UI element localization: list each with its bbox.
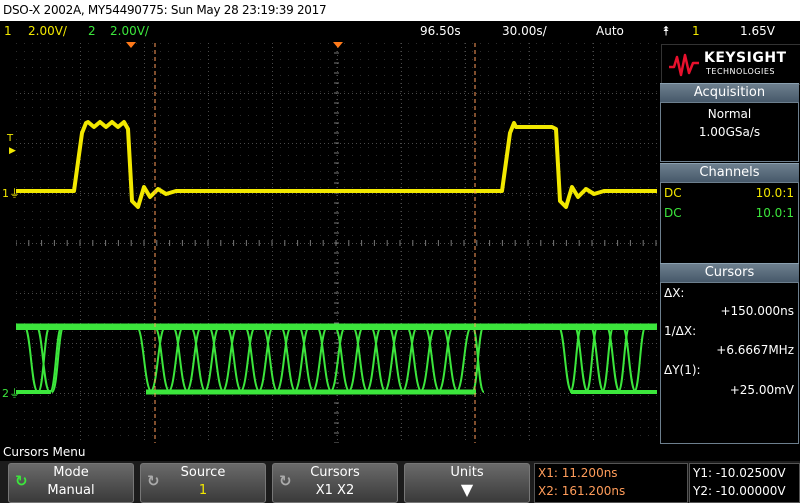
menu-label: Cursors Menu: [0, 444, 663, 461]
waveform-display[interactable]: [15, 42, 657, 444]
mode-softkey[interactable]: ↻ Mode Manual: [8, 463, 134, 503]
delta-x-value: +150.000ns: [720, 304, 794, 318]
trigger-source[interactable]: 1: [692, 21, 700, 42]
ch2-scale[interactable]: 2.00V/: [110, 21, 149, 42]
x1-readout: X1: 11.200ns: [538, 466, 618, 480]
inv-delta-x-value: +6.6667MHz: [716, 343, 794, 357]
y1-readout: Y1: -10.02500V: [693, 466, 786, 480]
ch2-ground-marker[interactable]: 2⏚: [2, 385, 20, 401]
x2-readout: X2: 161.200ns: [538, 484, 626, 498]
status-bar: 1 2.00V/ 2 2.00V/ 96.50s 30.00s/ Auto ⯭ …: [0, 21, 800, 42]
side-panel: KEYSIGHT TECHNOLOGIES Acquisition Normal…: [660, 43, 800, 444]
units-label: Units: [450, 465, 484, 480]
ch1-scale[interactable]: 2.00V/: [28, 21, 67, 42]
cursor-y-readout: Y1: -10.02500V Y2: -10.00000V: [689, 463, 800, 503]
delta-y-value: +25.00mV: [729, 383, 794, 397]
timebase-scale[interactable]: 30.00s/: [502, 21, 547, 42]
cursors-box: ΔX: +150.000ns 1/ΔX: +6.6667MHz ΔY(1): +…: [660, 282, 799, 444]
source-value: 1: [198, 483, 208, 498]
delta-x-label: ΔX:: [664, 286, 685, 300]
ch1-coupling: DC: [664, 186, 682, 200]
source-softkey[interactable]: ↻ Source 1: [140, 463, 266, 503]
cursors-header[interactable]: Cursors: [660, 263, 799, 282]
cursor-x1-marker: [126, 42, 136, 48]
mode-value: Manual: [47, 483, 95, 498]
ch1-probe: 10.0:1: [755, 186, 794, 200]
ground-icon: ⏚: [9, 387, 20, 400]
acquisition-header[interactable]: Acquisition: [660, 83, 799, 102]
trigger-time-marker: [333, 42, 343, 48]
cursors-label: Cursors: [310, 465, 360, 480]
down-arrow-icon: ▼: [460, 480, 474, 499]
ch1-marker-label: 1: [2, 187, 9, 200]
ch2-marker-label: 2: [2, 387, 9, 400]
graticule: [15, 42, 657, 444]
acquisition-mode: Normal: [707, 107, 752, 121]
brand-sub: TECHNOLOGIES: [706, 67, 775, 76]
brand-name: KEYSIGHT: [704, 50, 787, 66]
ch1-ground-marker[interactable]: 1⏚: [2, 185, 20, 201]
rising-edge-trigger-icon: ⯭: [662, 24, 670, 39]
ch2-number[interactable]: 2: [88, 21, 96, 42]
ch2-probe: 10.0:1: [755, 206, 794, 220]
channels-box: DC 10.0:1 DC 10.0:1: [660, 182, 799, 264]
y2-readout: Y2: -10.00000V: [693, 484, 786, 498]
title-text: DSO-X 2002A, MY54490775: Sun May 28 23:1…: [3, 3, 327, 17]
ground-icon: ⏚: [9, 187, 20, 200]
title-bar: DSO-X 2002A, MY54490775: Sun May 28 23:1…: [0, 0, 800, 21]
brand-area: KEYSIGHT TECHNOLOGIES: [661, 44, 800, 85]
trigger-arrow-icon: ▶: [9, 146, 16, 156]
units-softkey[interactable]: Units ▼: [404, 463, 530, 503]
trigger-mode[interactable]: Auto: [596, 21, 624, 42]
trigger-level[interactable]: 1.65V: [740, 21, 775, 42]
delta-y-label: ΔY(1):: [664, 363, 701, 377]
inv-delta-x-label: 1/ΔX:: [664, 324, 697, 338]
keysight-logo-icon: [669, 53, 699, 77]
acquisition-box: Normal 1.00GSa/s: [660, 102, 799, 162]
cursor-x-readout: X1: 11.200ns X2: 161.200ns: [534, 463, 688, 503]
channels-header[interactable]: Channels: [660, 163, 799, 182]
cursors-softkey[interactable]: ↻ Cursors X1 X2: [272, 463, 398, 503]
ch1-number[interactable]: 1: [4, 21, 12, 42]
trigger-level-marker: T: [7, 133, 14, 144]
ch2-coupling: DC: [664, 206, 682, 220]
mode-label: Mode: [53, 465, 89, 480]
sample-rate: 1.00GSa/s: [698, 125, 761, 139]
source-label: Source: [180, 465, 226, 480]
plot-top-markers: [126, 42, 343, 48]
cursors-value: X1 X2: [315, 483, 355, 498]
horizontal-delay[interactable]: 96.50s: [420, 21, 461, 42]
